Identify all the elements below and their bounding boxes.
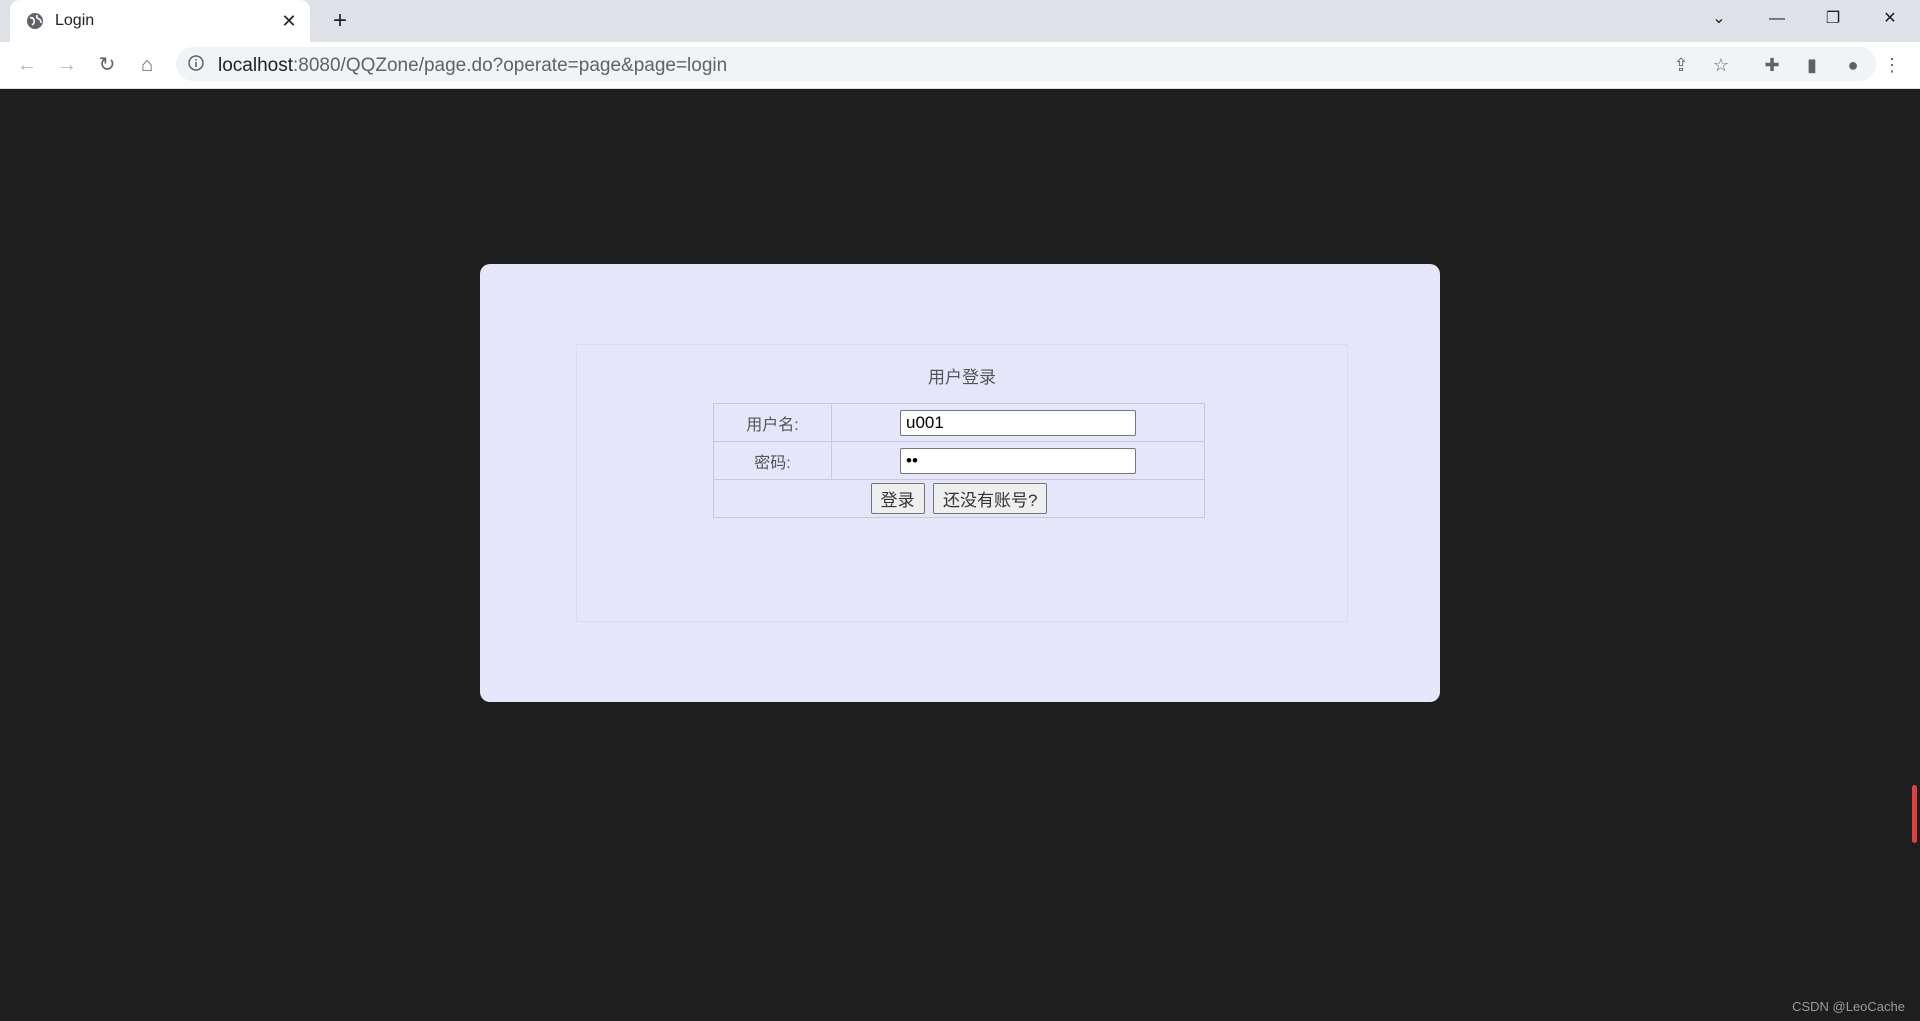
forward-button[interactable]: → <box>53 51 81 79</box>
url-host: localhost <box>218 55 293 76</box>
site-info-icon[interactable] <box>188 55 204 71</box>
username-row: 用户名: <box>713 403 1205 442</box>
home-button[interactable]: ⌂ <box>133 51 161 79</box>
password-input[interactable] <box>900 447 1136 474</box>
login-box: 用户登录 用户名: 密码: 登录 还没有账号? <box>576 344 1348 622</box>
scrollbar-marker[interactable] <box>1912 785 1917 843</box>
url-text: localhost:8080/QQZone/page.do?operate=pa… <box>218 55 727 77</box>
tab-search-chevron-icon[interactable]: ⌄ <box>1705 8 1733 30</box>
bookmark-star-icon[interactable]: ☆ <box>1710 54 1732 76</box>
side-panel-icon[interactable]: ▮ <box>1798 51 1826 79</box>
back-button[interactable]: ← <box>13 51 41 79</box>
close-window-button[interactable]: ✕ <box>1876 8 1904 30</box>
extensions-icon[interactable]: ✚ <box>1758 51 1786 79</box>
url-path: :8080/QQZone/page.do?operate=page&page=l… <box>293 55 728 76</box>
tab-close-icon[interactable]: ✕ <box>278 10 300 32</box>
new-tab-button[interactable]: + <box>326 7 354 35</box>
watermark: CSDN @LeoCache <box>1792 999 1905 1014</box>
browser-toolbar: ← → ↻ ⌂ localhost:8080/QQZone/page.do?op… <box>0 42 1920 89</box>
login-title: 用户登录 <box>928 368 996 387</box>
minimize-button[interactable]: — <box>1763 8 1791 30</box>
password-label: 密码: <box>713 441 832 480</box>
buttons-row: 登录 还没有账号? <box>713 479 1205 518</box>
restore-button[interactable]: ❐ <box>1819 8 1847 30</box>
reload-button[interactable]: ↻ <box>93 51 121 79</box>
profile-avatar-icon[interactable]: ● <box>1839 51 1867 79</box>
address-bar[interactable]: localhost:8080/QQZone/page.do?operate=pa… <box>176 47 1876 81</box>
password-row: 密码: <box>713 441 1205 480</box>
browser-tabstrip: Login ✕ + ⌄ — ❐ ✕ <box>0 0 1920 42</box>
username-cell <box>831 403 1205 442</box>
tab-title: Login <box>55 12 95 29</box>
login-panel: 用户登录 用户名: 密码: 登录 还没有账号? <box>480 264 1440 702</box>
browser-tab[interactable]: Login ✕ <box>10 0 310 42</box>
login-button[interactable]: 登录 <box>870 483 925 514</box>
password-cell <box>831 441 1205 480</box>
username-label: 用户名: <box>713 403 832 442</box>
menu-kebab-icon[interactable]: ⋮ <box>1878 51 1906 79</box>
globe-icon <box>27 13 43 29</box>
register-button[interactable]: 还没有账号? <box>932 483 1048 514</box>
username-input[interactable] <box>900 409 1136 436</box>
share-icon[interactable]: ⇪ <box>1670 54 1692 76</box>
buttons-cell: 登录 还没有账号? <box>713 479 1205 518</box>
login-form-table: 用户名: 密码: 登录 还没有账号? <box>713 403 1205 518</box>
